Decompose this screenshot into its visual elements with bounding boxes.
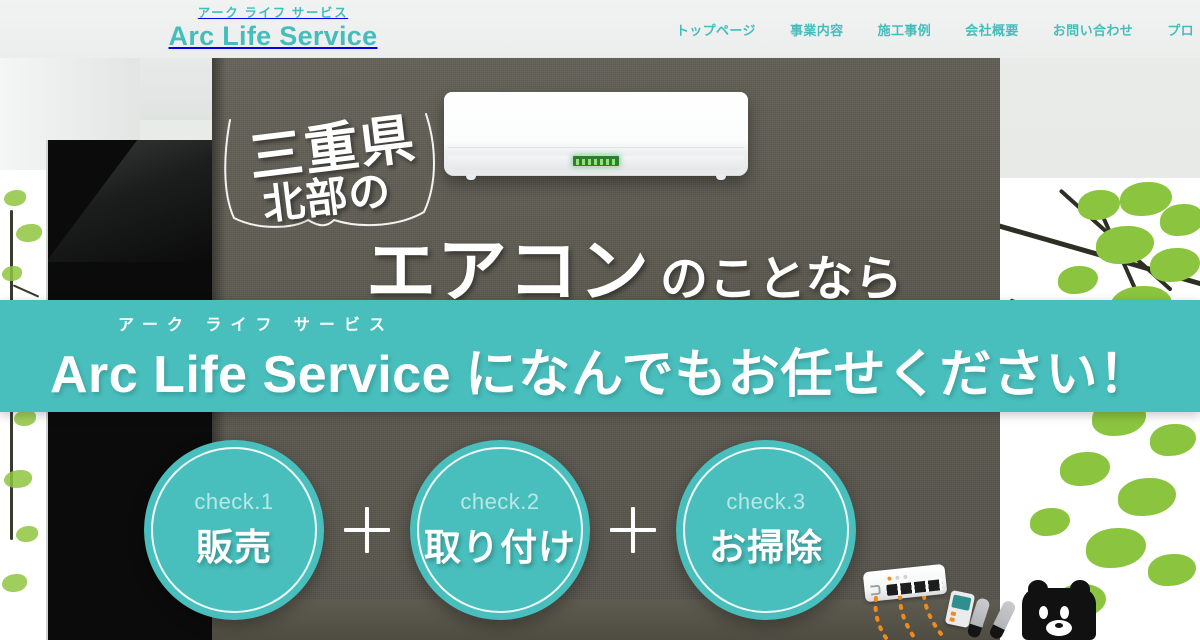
check-number-1: check.1 [194, 489, 274, 514]
check-number-2: check.2 [460, 489, 540, 514]
nav-item-pro[interactable]: プロ [1167, 20, 1194, 39]
remote-button-1 [950, 611, 957, 617]
mini-ac-side-icon [870, 584, 882, 596]
hero-banner: 三重県 北部の エアコン のことなら アーク ライフ サービス Arc Life… [0, 0, 1200, 640]
plus-separator-2 [590, 440, 676, 620]
site-logo[interactable]: アーク ライフ サービス Arc Life Service [168, 4, 378, 50]
logo-name: Arc Life Service [168, 20, 378, 51]
check-label-3: お掃除 [709, 527, 823, 568]
mascot-nose [1055, 623, 1063, 628]
band-brand-name: Arc Life Service [50, 346, 452, 404]
air-conditioner-unit [444, 92, 748, 180]
mini-ac-led-gray-1 [895, 575, 900, 580]
nav-item-company[interactable]: 会社概要 [965, 20, 1019, 39]
mini-ac-led-orange [887, 576, 892, 581]
remote-button-2 [949, 617, 955, 623]
mascot-eye-left [1039, 606, 1048, 619]
ac-clip-left [466, 174, 476, 180]
check-circle-3[interactable]: check.3 お掃除 [676, 440, 856, 620]
nav-item-contact[interactable]: お問い合わせ [1053, 20, 1133, 39]
ac-clip-right [716, 174, 726, 180]
check-circle-2[interactable]: check.2 取り付け [410, 440, 590, 620]
bear-mascot [1022, 576, 1096, 640]
plus-separator-1 [324, 440, 410, 620]
nav-item-works[interactable]: 施工事例 [878, 20, 932, 39]
ac-seam [448, 147, 744, 148]
check-number-3: check.3 [726, 489, 806, 514]
ac-display-icon [572, 155, 620, 167]
band-message: Arc Life Service になんでもお任せください！ [50, 332, 1152, 407]
check-circle-1[interactable]: check.1 販売 [144, 440, 324, 620]
remote-screen [951, 594, 972, 611]
check-label-2: 取り付け [424, 527, 576, 568]
mini-ac-led-gray-2 [903, 574, 908, 580]
check-label-1: 販売 [196, 527, 272, 568]
mascot-eye-right [1060, 606, 1069, 619]
headline-suffix: のことなら [660, 253, 904, 306]
main-navigation: トップページ 事業内容 施工事例 会社概要 お問い合わせ プロ [676, 0, 1200, 58]
service-checks-row: check.1 販売 check.2 取り付け check.3 お掃除 [0, 440, 1000, 640]
teal-message-band: アーク ライフ サービス Arc Life Service になんでもお任せくだ… [0, 300, 1200, 412]
nav-item-top-page[interactable]: トップページ [676, 20, 756, 39]
logo-kana-reading: アーク ライフ サービス [197, 6, 349, 20]
nav-item-business[interactable]: 事業内容 [790, 20, 844, 39]
mini-ac-grille [886, 579, 943, 596]
site-header: アーク ライフ サービス Arc Life Service トップページ 事業内… [0, 0, 1200, 58]
band-message-tail: になんでもお任せください！ [465, 346, 1152, 404]
